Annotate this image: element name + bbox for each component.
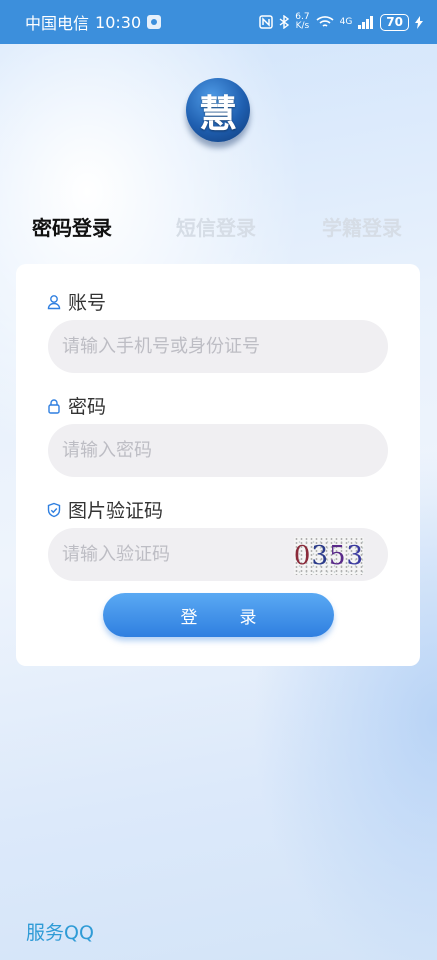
account-label-row: 账号 <box>46 288 106 315</box>
status-bar: 中国电信 10:30 6.7 K/s 4G 70 <box>0 0 437 44</box>
account-label: 账号 <box>68 292 107 314</box>
captcha-label-row: 图片验证码 <box>46 496 163 523</box>
app-logo: 慧 <box>186 78 250 142</box>
net-speed: 6.7 K/s <box>295 13 309 31</box>
nfc-icon <box>259 15 274 29</box>
battery-indicator: 70 <box>380 13 409 31</box>
captcha-char: 3 <box>311 541 329 571</box>
status-left: 中国电信 10:30 <box>25 10 162 34</box>
tab-student-login[interactable]: 学籍登录 <box>322 212 402 241</box>
wifi-icon <box>316 16 334 27</box>
password-label: 密码 <box>68 396 107 418</box>
tab-password-login[interactable]: 密码登录 <box>32 212 112 241</box>
captcha-label: 图片验证码 <box>68 500 164 522</box>
captcha-char: 3 <box>346 541 364 571</box>
logo-char: 慧 <box>198 90 237 136</box>
captcha-char: 5 <box>329 541 347 571</box>
status-right: 6.7 K/s 4G 70 <box>259 13 423 31</box>
signal-icon <box>358 15 374 29</box>
login-tabs: 密码登录 短信登录 学籍登录 <box>0 212 437 246</box>
login-card: 账号 密码 图片验证码 0 3 5 3 登 录 <box>16 264 420 666</box>
captcha-image[interactable]: 0 3 5 3 <box>294 537 364 575</box>
user-icon <box>47 294 61 309</box>
captcha-char: 0 <box>294 541 312 571</box>
charging-icon <box>415 15 423 29</box>
tab-sms-login[interactable]: 短信登录 <box>176 212 256 241</box>
net-speed-unit: K/s <box>295 21 310 31</box>
password-input[interactable] <box>48 424 388 477</box>
shield-check-icon <box>47 502 61 517</box>
bluetooth-icon <box>279 15 290 29</box>
password-label-row: 密码 <box>46 392 106 419</box>
network-type: 4G <box>339 17 353 27</box>
account-input[interactable] <box>48 320 388 373</box>
login-button-char: 登 <box>180 607 198 628</box>
carrier-name: 中国电信 <box>25 14 90 33</box>
lock-icon <box>48 398 60 414</box>
login-button-char: 录 <box>239 607 257 628</box>
service-qq-link[interactable]: 服务QQ <box>26 918 94 945</box>
location-icon <box>147 15 162 29</box>
status-time: 10:30 <box>95 12 142 32</box>
login-button[interactable]: 登 录 <box>103 593 334 637</box>
